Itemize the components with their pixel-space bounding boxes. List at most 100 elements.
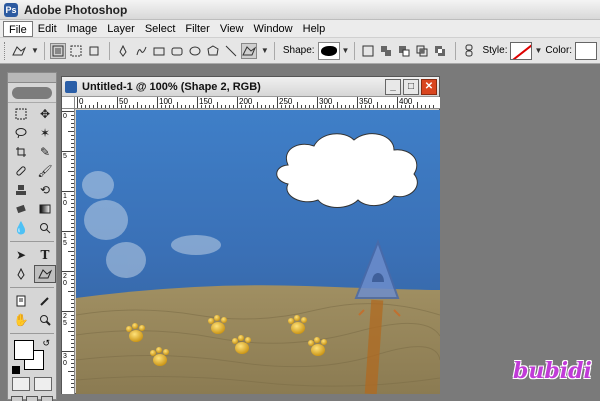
ruler-tick bbox=[177, 102, 178, 108]
options-separator bbox=[455, 41, 457, 60]
slice-tool-icon[interactable]: ✎ bbox=[34, 143, 56, 161]
image-canvas[interactable] bbox=[76, 110, 440, 394]
gradient-tool-icon[interactable] bbox=[34, 200, 56, 218]
exclude-overlapping-shape-areas-icon[interactable] bbox=[432, 43, 448, 59]
style-dropdown-icon[interactable]: ▼ bbox=[534, 46, 542, 55]
ruler-tick bbox=[317, 97, 318, 108]
path-selection-tool-icon[interactable]: ➤ bbox=[10, 246, 32, 264]
link-layer-icon[interactable] bbox=[461, 43, 477, 59]
horizontal-ruler[interactable]: 0 50 100 150 200 250 300 350 400 bbox=[75, 97, 440, 109]
history-brush-tool-icon[interactable]: ⟲ bbox=[34, 181, 56, 199]
full-screen-menu-mode-button[interactable] bbox=[25, 396, 38, 401]
ruler-tick bbox=[71, 175, 74, 176]
type-tool-icon[interactable]: T bbox=[34, 246, 56, 264]
healing-brush-tool-icon[interactable] bbox=[10, 162, 32, 180]
menu-file[interactable]: File bbox=[3, 20, 33, 37]
standard-screen-mode-button[interactable] bbox=[11, 396, 24, 401]
standard-mode-button[interactable] bbox=[12, 377, 30, 391]
ruler-tick bbox=[233, 105, 234, 108]
ruler-tick bbox=[71, 135, 74, 136]
options-bar-grip[interactable] bbox=[4, 41, 7, 60]
notes-tool-icon[interactable] bbox=[10, 292, 32, 310]
swap-colors-icon[interactable]: ↺ bbox=[42, 338, 50, 349]
pen-tool-icon[interactable] bbox=[10, 265, 32, 283]
menu-help[interactable]: Help bbox=[298, 21, 331, 37]
add-to-shape-area-icon[interactable] bbox=[378, 43, 394, 59]
ruler-label: 5 bbox=[63, 153, 67, 160]
ruler-tick bbox=[71, 159, 74, 160]
vertical-ruler[interactable]: 0 5 10 15 20 25 30 bbox=[62, 109, 75, 394]
custom-shape-tool-icon[interactable] bbox=[34, 265, 56, 283]
menu-view[interactable]: View bbox=[215, 21, 249, 37]
marquee-tool-icon[interactable] bbox=[10, 105, 32, 123]
adobe-online-button[interactable] bbox=[8, 83, 56, 103]
ruler-label: 20 bbox=[63, 273, 67, 287]
eyedropper-tool-icon[interactable] bbox=[34, 292, 56, 310]
ruler-tick bbox=[62, 191, 74, 192]
zoom-tool-icon[interactable] bbox=[34, 311, 56, 329]
tool-palette-grip[interactable] bbox=[8, 73, 56, 83]
rounded-rectangle-shape-icon[interactable] bbox=[169, 43, 185, 59]
move-tool-icon[interactable]: ✥ bbox=[34, 105, 56, 123]
menu-filter[interactable]: Filter bbox=[180, 21, 214, 37]
ruler-tick bbox=[71, 187, 74, 188]
magic-wand-tool-icon[interactable]: ✶ bbox=[34, 124, 56, 142]
tool-preset-picker-icon[interactable] bbox=[11, 43, 27, 59]
geometry-options-dropdown-icon[interactable]: ▼ bbox=[261, 46, 269, 55]
document-icon bbox=[65, 80, 77, 93]
ruler-tick bbox=[229, 105, 230, 108]
menu-select[interactable]: Select bbox=[140, 21, 181, 37]
ruler-tick bbox=[62, 311, 74, 312]
default-colors-icon[interactable] bbox=[12, 366, 20, 374]
ellipse-shape-icon[interactable] bbox=[187, 43, 203, 59]
menu-edit[interactable]: Edit bbox=[33, 21, 62, 37]
ruler-tick bbox=[71, 387, 74, 388]
lasso-tool-icon[interactable] bbox=[10, 124, 32, 142]
maximize-button[interactable]: □ bbox=[403, 78, 419, 95]
quick-mask-mode-button[interactable] bbox=[34, 377, 52, 391]
document-title-bar[interactable]: Untitled-1 @ 100% (Shape 2, RGB) _ □ ✕ bbox=[62, 77, 439, 97]
shape-dropdown-icon[interactable]: ▼ bbox=[342, 46, 350, 55]
ruler-tick bbox=[393, 105, 394, 108]
hand-tool-icon[interactable]: ✋ bbox=[10, 311, 32, 329]
polygon-shape-icon[interactable] bbox=[205, 43, 221, 59]
shape-layers-mode-button[interactable] bbox=[49, 42, 66, 59]
ruler-tick bbox=[149, 105, 150, 108]
ruler-tick bbox=[313, 105, 314, 108]
brush-tool-icon[interactable]: 🖌 bbox=[34, 162, 56, 180]
dodge-tool-icon[interactable] bbox=[34, 219, 56, 237]
clone-stamp-tool-icon[interactable] bbox=[10, 181, 32, 199]
ruler-tick bbox=[189, 105, 190, 108]
menu-image[interactable]: Image bbox=[62, 21, 103, 37]
eraser-tool-icon[interactable] bbox=[10, 200, 32, 218]
color-swatch[interactable] bbox=[575, 41, 598, 60]
menu-layer[interactable]: Layer bbox=[102, 21, 140, 37]
ruler-origin[interactable] bbox=[62, 97, 75, 109]
style-picker[interactable] bbox=[510, 41, 533, 60]
custom-shape-icon[interactable] bbox=[240, 42, 257, 59]
subtract-from-shape-area-icon[interactable] bbox=[396, 43, 412, 59]
blur-tool-icon[interactable]: 💧 bbox=[10, 219, 32, 237]
rectangle-shape-icon[interactable] bbox=[151, 43, 167, 59]
ruler-tick bbox=[109, 105, 110, 108]
ruler-tick bbox=[68, 251, 74, 252]
full-screen-mode-button[interactable] bbox=[40, 396, 53, 401]
shape-picker[interactable] bbox=[317, 41, 340, 60]
foreground-color-swatch[interactable] bbox=[14, 340, 34, 360]
freeform-pen-icon[interactable] bbox=[133, 43, 149, 59]
photoshop-logo-icon: Ps bbox=[4, 2, 18, 17]
tool-preset-dropdown-icon[interactable]: ▼ bbox=[31, 46, 39, 55]
ruler-tick bbox=[71, 303, 74, 304]
create-new-shape-layer-icon[interactable] bbox=[360, 43, 376, 59]
close-button[interactable]: ✕ bbox=[421, 78, 437, 95]
ruler-label: 200 bbox=[239, 97, 253, 106]
minimize-button[interactable]: _ bbox=[385, 78, 401, 95]
pen-tool-icon[interactable] bbox=[115, 43, 131, 59]
fill-pixels-mode-button[interactable] bbox=[86, 43, 102, 59]
intersect-shape-areas-icon[interactable] bbox=[414, 43, 430, 59]
line-shape-icon[interactable] bbox=[223, 43, 239, 59]
crop-tool-icon[interactable] bbox=[10, 143, 32, 161]
ruler-tick bbox=[333, 105, 334, 108]
menu-window[interactable]: Window bbox=[249, 21, 298, 37]
paths-mode-button[interactable] bbox=[68, 43, 84, 59]
